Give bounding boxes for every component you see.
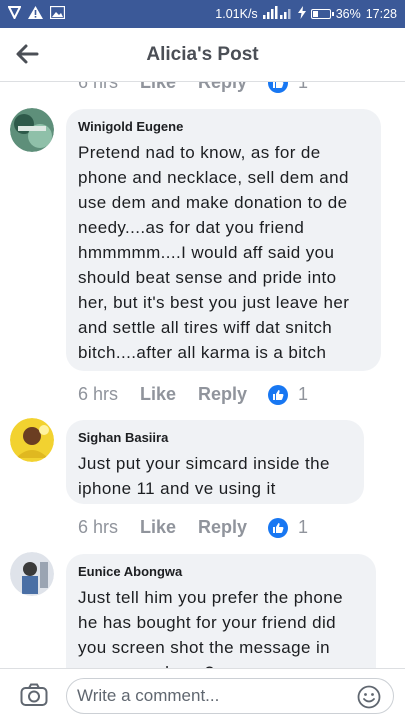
comment-bubble[interactable]: Sighan Basiira Just put your simcard ins…	[66, 420, 364, 504]
warning-icon	[28, 6, 43, 22]
comment-actions: 6 hrs Like Reply 1	[78, 82, 308, 93]
battery-percent: 36%	[335, 7, 361, 21]
reaction-count[interactable]: 1	[298, 384, 308, 405]
camera-icon[interactable]	[20, 683, 48, 707]
battery-icon	[310, 9, 334, 19]
arrow-left-icon[interactable]	[14, 40, 40, 68]
charging-icon	[297, 6, 306, 22]
clock: 17:28	[365, 7, 397, 21]
app-header: Alicia's Post	[0, 28, 405, 82]
like-reaction-icon[interactable]	[268, 517, 288, 538]
comment-actions: 6 hrs Like Reply 1	[78, 517, 308, 538]
like-reaction-icon[interactable]	[268, 82, 288, 93]
emoji-icon[interactable]	[357, 685, 381, 709]
reply-button[interactable]: Reply	[198, 517, 268, 538]
comment-field[interactable]	[66, 678, 394, 714]
comment-composer	[0, 668, 405, 720]
comment-author[interactable]: Sighan Basiira	[78, 430, 352, 445]
like-button[interactable]: Like	[140, 517, 198, 538]
like-button[interactable]: Like	[140, 82, 198, 93]
comment-text: Pretend nad to know, as for de phone and…	[78, 143, 350, 362]
signal-icon	[262, 6, 293, 22]
comment-time[interactable]: 6 hrs	[78, 384, 140, 405]
reply-button[interactable]: Reply	[198, 82, 268, 93]
comment-author[interactable]: Winigold Eugene	[78, 119, 369, 134]
comment-text: Just tell him you prefer the phone he ha…	[78, 588, 343, 668]
comment-actions: 6 hrs Like Reply 1	[78, 384, 308, 405]
page-title: Alicia's Post	[146, 43, 259, 65]
comment-text: Just put your simcard inside the iphone …	[78, 454, 330, 498]
reply-button[interactable]: Reply	[198, 384, 268, 405]
image-icon	[49, 5, 66, 22]
vpn-icon	[7, 6, 22, 22]
avatar[interactable]	[10, 552, 54, 596]
comments-feed[interactable]: 6 hrs Like Reply 1 Winigold Eugene Prete…	[0, 82, 405, 668]
comment-time[interactable]: 6 hrs	[78, 82, 140, 93]
network-speed: 1.01K/s	[215, 7, 258, 21]
comment-author[interactable]: Eunice Abongwa	[78, 564, 364, 579]
comment-bubble[interactable]: Winigold Eugene Pretend nad to know, as …	[66, 109, 381, 371]
comment-input[interactable]	[77, 686, 347, 706]
comment-bubble[interactable]: Eunice Abongwa Just tell him you prefer …	[66, 554, 376, 668]
reaction-count[interactable]: 1	[298, 82, 308, 93]
like-reaction-icon[interactable]	[268, 384, 288, 405]
reaction-count[interactable]: 1	[298, 517, 308, 538]
like-button[interactable]: Like	[140, 384, 198, 405]
avatar[interactable]	[10, 418, 54, 462]
avatar[interactable]	[10, 108, 54, 152]
comment-time[interactable]: 6 hrs	[78, 517, 140, 538]
status-bar: 1.01K/s 36% 17:28	[0, 0, 405, 28]
